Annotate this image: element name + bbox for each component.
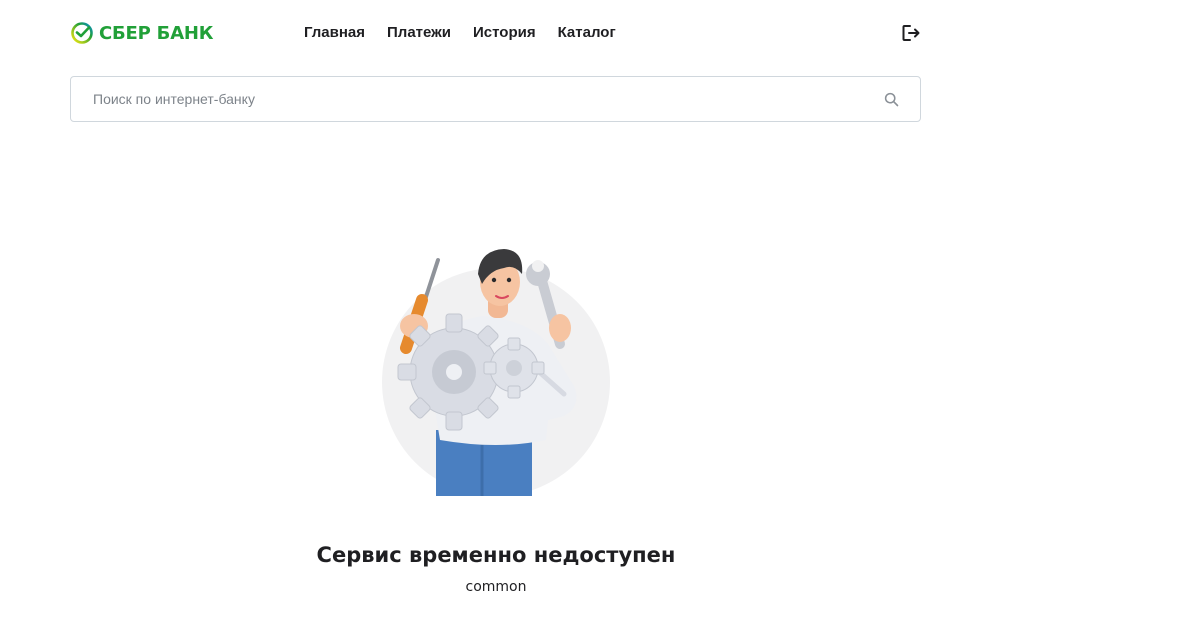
nav-item-history[interactable]: История [473,24,536,41]
nav-item-home[interactable]: Главная [304,24,365,41]
logout-icon[interactable] [901,23,921,43]
search-box [70,76,921,122]
mechanic-illustration [382,249,610,496]
sber-logo[interactable]: СБЕР БАНК [70,21,214,45]
nav-item-payments[interactable]: Платежи [387,24,451,41]
nav-item-catalog[interactable]: Каталог [558,24,616,41]
search-icon[interactable] [884,92,899,107]
error-title: Сервис временно недоступен [316,543,676,567]
search-input[interactable] [93,77,873,121]
error-code: common [465,579,527,595]
main-nav: Главная Платежи История Каталог [304,24,616,41]
logo-text: СБЕР БАНК [99,22,214,44]
sber-logo-icon [71,22,93,44]
header: СБЕР БАНК Главная Платежи История Катало… [0,0,1200,66]
